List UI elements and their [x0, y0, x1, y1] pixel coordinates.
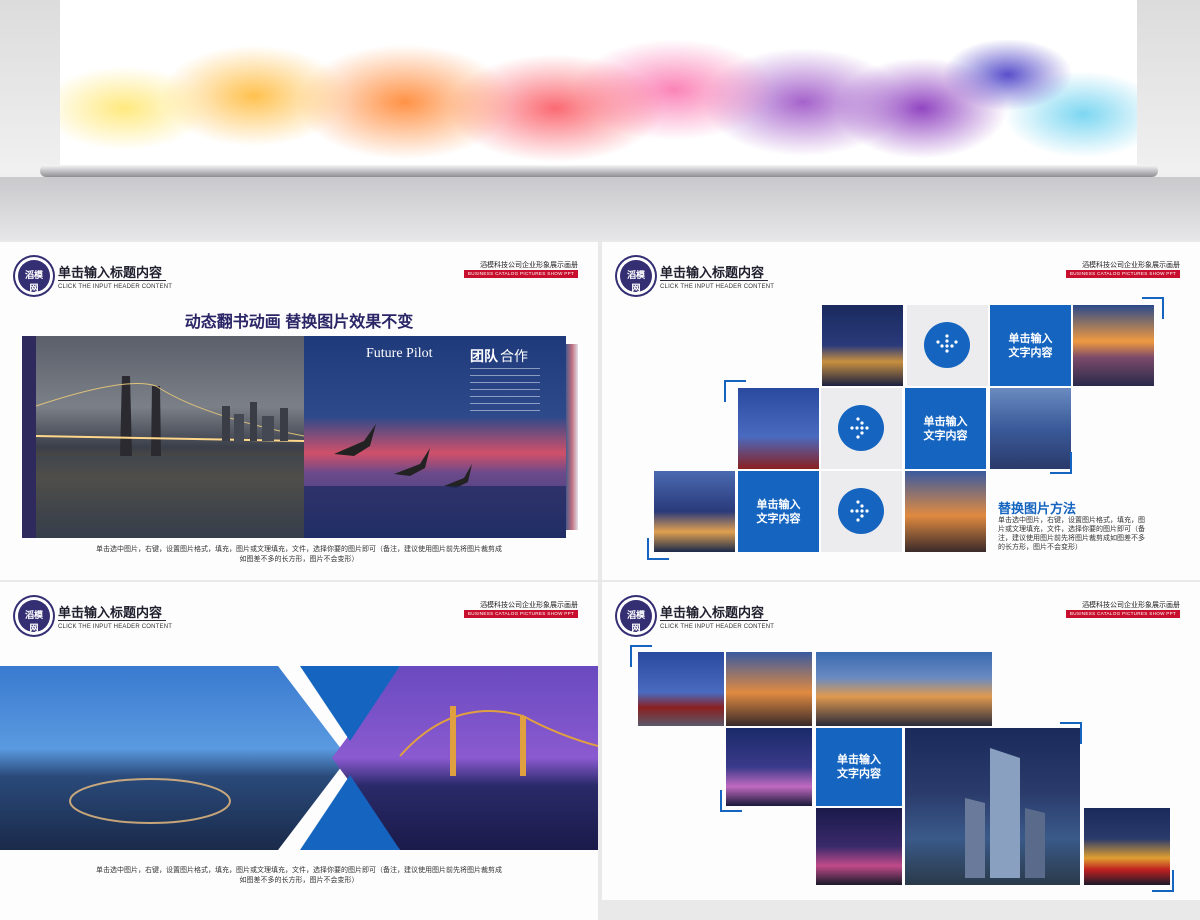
text-box-2[interactable]: 单击输入 文字内容: [905, 388, 986, 469]
catalog-badge: BUSINESS CATALOG PICTURES SHOW PPT: [1066, 270, 1180, 278]
text-box-3[interactable]: 单击输入 文字内容: [738, 471, 819, 552]
company-name: 滔模科技公司企业形象展示画册: [1082, 262, 1180, 269]
caption-line-1: 单击选中图片，右键，设置图片格式，填充，图片或文理填充，文件，选择你要的图片即可…: [96, 546, 502, 553]
watercolor-splash-image: [60, 40, 1137, 164]
slide-subtitle: CLICK THE INPUT HEADER CONTENT: [58, 624, 173, 630]
red-sculpture-photo[interactable]: [738, 388, 819, 469]
slide-subtitle: CLICK THE INPUT HEADER CONTENT: [660, 624, 775, 630]
slide-title[interactable]: 单击输入标题内容: [660, 602, 764, 621]
catalog-badge: BUSINESS CATALOG PICTURES SHOW PPT: [464, 610, 578, 618]
x-photo-collage[interactable]: [0, 666, 598, 850]
slide-title[interactable]: 单击输入标题内容: [58, 262, 162, 281]
slide-subtitle: CLICK THE INPUT HEADER CONTENT: [58, 284, 173, 290]
logo-text: 滔模网: [626, 610, 645, 633]
corner-bracket-icon: [720, 790, 742, 812]
title-underline: [660, 620, 768, 621]
book-title-cn: 合作: [500, 348, 528, 364]
banner-shadow: [0, 177, 1200, 240]
corner-bracket-icon: [647, 538, 669, 560]
slide-title[interactable]: 单击输入标题内容: [660, 262, 764, 281]
corner-bracket-icon: [1142, 297, 1164, 319]
night-building-photo[interactable]: [822, 305, 903, 386]
city-lights-photo[interactable]: [816, 808, 902, 885]
corner-bracket-icon: [724, 380, 746, 402]
title-underline: [58, 620, 166, 621]
caption-line-2: 如图差不多的长方形，图片不会变形）: [239, 877, 359, 884]
hero-banner: [0, 0, 1200, 240]
traffic-towers-photo[interactable]: [726, 652, 812, 726]
corner-bracket-icon: [1060, 722, 1082, 744]
slide-grid-mosaic[interactable]: 滔模网 单击输入标题内容 CLICK THE INPUT HEADER CONT…: [602, 242, 1200, 580]
arrow-down-icon[interactable]: [924, 322, 970, 368]
company-name: 滔模科技公司企业形象展示画册: [480, 602, 578, 609]
company-name: 滔模科技公司企业形象展示画册: [1082, 602, 1180, 609]
slide-x-split[interactable]: 滔模网 单击输入标题内容 CLICK THE INPUT HEADER CONT…: [0, 582, 598, 920]
sunset-birds-photo[interactable]: Future Pilot 团队 合作: [304, 336, 566, 538]
caption-line-2: 如图差不多的长方形，图片不会变形）: [239, 556, 359, 563]
text-box-1[interactable]: 单击输入 文字内容: [990, 305, 1071, 386]
method-title: 替换图片方法: [998, 501, 1077, 516]
book-title-latin: Future Pilot: [366, 346, 433, 361]
logo-text: 滔模网: [24, 610, 43, 633]
text-box[interactable]: 单击输入 文字内容: [816, 728, 902, 806]
caption-line-1: 单击选中图片，右键，设置图片格式，填充，图片或文理填充，文件，选择你要的图片即可…: [96, 867, 502, 874]
logo-text: 滔模网: [626, 270, 645, 293]
arrow-right-icon[interactable]: [838, 488, 884, 534]
method-text: 单击选中图片，右键，设置图片格式，填充，图片或文理填充，文件，选择你要的图片即可…: [998, 517, 1145, 551]
logo-text: 滔模网: [24, 270, 43, 293]
corner-bracket-icon: [1152, 870, 1174, 892]
slide-subtitle: CLICK THE INPUT HEADER CONTENT: [660, 284, 775, 290]
slide-title[interactable]: 单击输入标题内容: [58, 602, 162, 621]
arrow-right-icon[interactable]: [838, 405, 884, 451]
office-tower-photo[interactable]: [905, 728, 1080, 885]
highway-dusk-photo[interactable]: [816, 652, 992, 726]
company-name: 滔模科技公司企业形象展示画册: [480, 262, 578, 269]
corner-bracket-icon: [630, 645, 652, 667]
traffic-towers-photo[interactable]: [905, 471, 986, 552]
title-underline: [58, 280, 166, 281]
corner-bracket-icon: [1050, 452, 1072, 474]
bridge-night-photo[interactable]: [22, 336, 304, 538]
title-underline: [660, 280, 768, 281]
page-edge: [566, 344, 578, 530]
book-title-cn-bold: 团队: [470, 348, 498, 364]
banner-rail: [40, 165, 1158, 177]
book-body-text-lines: [470, 368, 540, 416]
slide-photo-wall[interactable]: 滔模网 单击输入标题内容 CLICK THE INPUT HEADER CONT…: [602, 582, 1200, 900]
slide-book-flip[interactable]: 滔模网 单击输入标题内容 CLICK THE INPUT HEADER CONT…: [0, 242, 598, 580]
slide-headline: 动态翻书动画 替换图片效果不变: [184, 314, 414, 331]
catalog-badge: BUSINESS CATALOG PICTURES SHOW PPT: [464, 270, 578, 278]
catalog-badge: BUSINESS CATALOG PICTURES SHOW PPT: [1066, 610, 1180, 618]
